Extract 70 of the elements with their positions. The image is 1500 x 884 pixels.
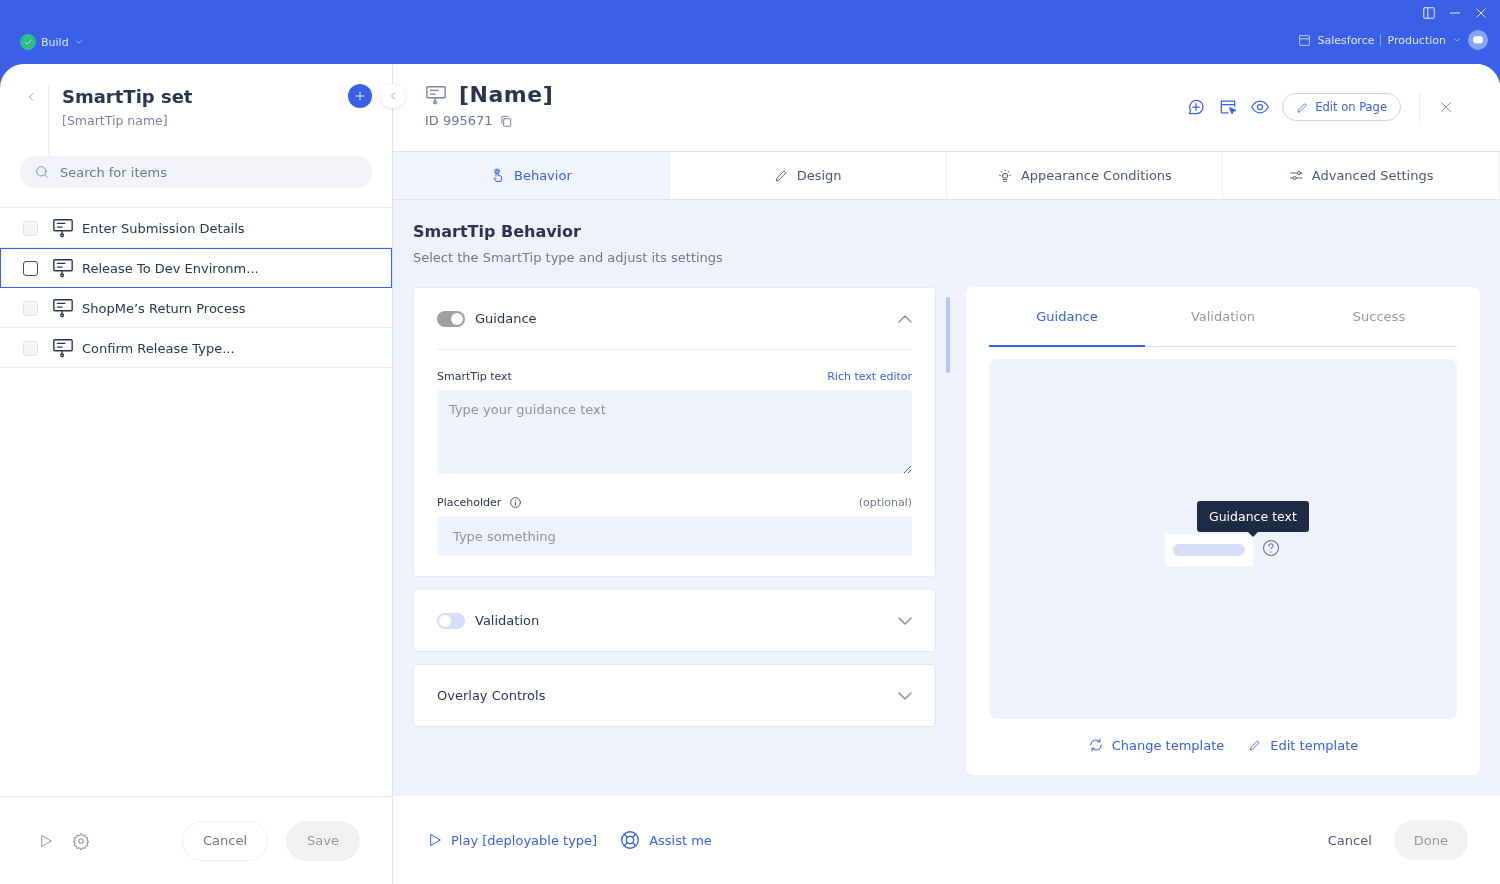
smarttip-icon (52, 297, 74, 319)
item-label: Enter Submission Details (82, 220, 245, 236)
smarttip-list-item[interactable]: Enter Submission Details (0, 208, 392, 248)
chat-icon[interactable] (1468, 30, 1488, 50)
settings-icon (72, 831, 90, 850)
chevron-down-icon (73, 37, 84, 47)
sliders-icon (1288, 168, 1304, 183)
play-link[interactable]: Play [deployable type] (427, 832, 598, 848)
chevron-down-icon[interactable] (898, 691, 912, 700)
preview-tab[interactable]: Guidance (989, 287, 1145, 347)
sidebar-title: SmartTip set (62, 86, 194, 107)
play-icon (38, 832, 54, 849)
tab[interactable]: Behavior (393, 152, 670, 199)
pencil-icon (773, 168, 789, 183)
chevron-down-icon (1452, 35, 1462, 45)
smarttip-icon (52, 217, 74, 239)
section-subtitle: Select the SmartTip type and adjust its settings (413, 250, 724, 265)
edit-on-page-button[interactable]: Edit on Page (1282, 93, 1401, 121)
smarttip-icon (52, 337, 74, 359)
environment-label: Salesforce (1317, 33, 1375, 47)
item-label: Release To Dev Environm... (82, 260, 259, 276)
window-icon (1298, 33, 1312, 47)
close-icon (1474, 6, 1488, 20)
smarttip-list-item[interactable]: Release To Dev Environm... (0, 248, 392, 288)
item-name: [Name] (459, 82, 554, 107)
card-title: Overlay Controls (437, 688, 546, 703)
pencil-icon (1248, 738, 1263, 752)
change-template-link[interactable]: Change template (1087, 737, 1225, 753)
smarttip-icon (425, 83, 447, 106)
assist-link[interactable]: Assist me (619, 829, 712, 851)
cancel-button[interactable]: Cancel (1327, 832, 1372, 848)
edit-template-link[interactable]: Edit template (1248, 737, 1359, 753)
section-title: SmartTip Behavior (413, 222, 582, 241)
lightbulb-icon (996, 167, 1013, 184)
preview-tab[interactable]: Validation (1145, 287, 1301, 347)
preview-tab[interactable]: Success (1301, 287, 1457, 347)
field-label: Placeholder (437, 496, 502, 509)
item-id: ID 995671 (425, 113, 493, 128)
chevron-down-icon[interactable] (898, 616, 912, 625)
copy-icon (498, 113, 513, 128)
lifebuoy-icon (619, 829, 642, 851)
smarttip-list-item[interactable]: ShopMe’s Return Process (0, 288, 392, 328)
placeholder-field[interactable]: Type something (437, 516, 912, 556)
pencil-icon (1296, 100, 1310, 114)
item-label: ShopMe’s Return Process (82, 300, 246, 316)
chevron-up-icon[interactable] (898, 314, 912, 323)
field-label: SmartTip text (437, 370, 512, 383)
item-label: Confirm Release Type... (82, 340, 235, 356)
smarttip-text-field[interactable]: Type your guidance text (437, 390, 912, 474)
search-field[interactable]: Search for items (20, 156, 372, 188)
toggle-switch[interactable] (437, 310, 465, 327)
instance-dropdown[interactable]: Production (1387, 33, 1446, 47)
toggle-switch[interactable] (437, 612, 465, 629)
optional-label: (optional) (858, 496, 912, 509)
smarttip-icon (52, 257, 74, 279)
add-button[interactable] (348, 84, 372, 108)
help-icon (1261, 538, 1281, 558)
card-title: Validation (475, 613, 540, 628)
card-title: Guidance (475, 311, 537, 326)
cancel-button[interactable]: Cancel (182, 820, 269, 861)
rich-text-editor-link[interactable]: Rich text editor (827, 370, 912, 383)
smarttip-list-item[interactable]: Confirm Release Type... (0, 328, 392, 368)
sidebar-subtitle: [SmartTip name] (62, 113, 169, 128)
mode-dropdown[interactable]: Build (41, 35, 69, 49)
refresh-icon (1087, 737, 1104, 753)
panel-layout-icon (1422, 6, 1436, 20)
checkbox[interactable] (23, 260, 38, 276)
info-icon (509, 496, 523, 509)
tooltip: Guidance text (1197, 501, 1309, 537)
play-icon (427, 832, 443, 848)
